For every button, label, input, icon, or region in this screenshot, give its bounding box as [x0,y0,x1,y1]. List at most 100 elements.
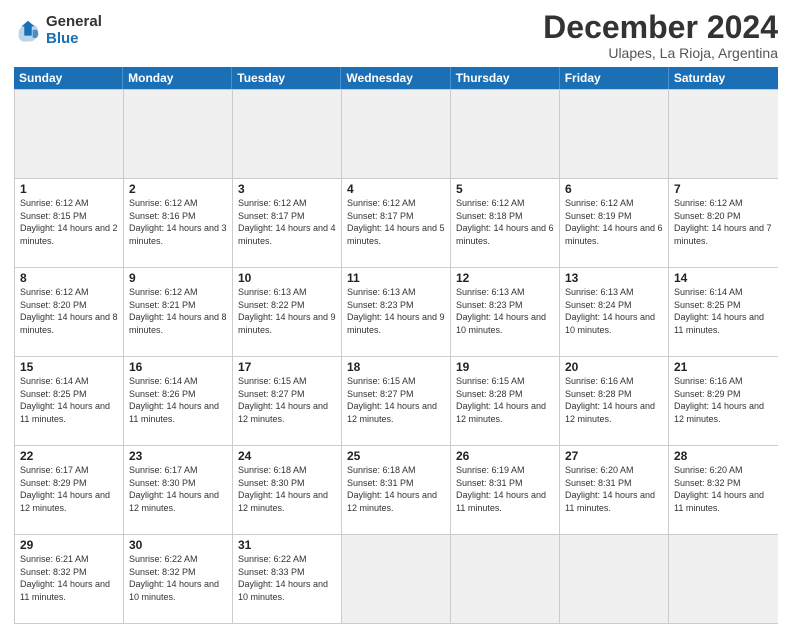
calendar-cell: 8Sunrise: 6:12 AMSunset: 8:20 PMDaylight… [15,268,124,356]
day-number: 11 [347,271,445,285]
day-number: 20 [565,360,663,374]
calendar-cell: 26Sunrise: 6:19 AMSunset: 8:31 PMDayligh… [451,446,560,534]
calendar-cell [451,90,560,178]
cell-info: Sunrise: 6:12 AMSunset: 8:18 PMDaylight:… [456,197,554,247]
day-number: 2 [129,182,227,196]
calendar-body: 1Sunrise: 6:12 AMSunset: 8:15 PMDaylight… [14,89,778,624]
cell-info: Sunrise: 6:22 AMSunset: 8:32 PMDaylight:… [129,553,227,603]
calendar-cell: 31Sunrise: 6:22 AMSunset: 8:33 PMDayligh… [233,535,342,623]
calendar-cell: 16Sunrise: 6:14 AMSunset: 8:26 PMDayligh… [124,357,233,445]
day-number: 30 [129,538,227,552]
cell-info: Sunrise: 6:12 AMSunset: 8:17 PMDaylight:… [347,197,445,247]
month-title: December 2024 [543,10,778,45]
logo-blue-text: Blue [46,31,102,48]
day-number: 3 [238,182,336,196]
cell-info: Sunrise: 6:16 AMSunset: 8:29 PMDaylight:… [674,375,773,425]
day-number: 27 [565,449,663,463]
cell-info: Sunrise: 6:20 AMSunset: 8:32 PMDaylight:… [674,464,773,514]
day-number: 18 [347,360,445,374]
cell-info: Sunrise: 6:12 AMSunset: 8:20 PMDaylight:… [20,286,118,336]
page-container: General Blue December 2024 Ulapes, La Ri… [0,0,792,612]
day-number: 21 [674,360,773,374]
calendar-cell: 1Sunrise: 6:12 AMSunset: 8:15 PMDaylight… [15,179,124,267]
calendar-cell: 29Sunrise: 6:21 AMSunset: 8:32 PMDayligh… [15,535,124,623]
day-number: 19 [456,360,554,374]
calendar-cell: 22Sunrise: 6:17 AMSunset: 8:29 PMDayligh… [15,446,124,534]
logo-icon [14,17,42,45]
cell-info: Sunrise: 6:14 AMSunset: 8:25 PMDaylight:… [674,286,773,336]
cell-info: Sunrise: 6:18 AMSunset: 8:31 PMDaylight:… [347,464,445,514]
logo: General Blue [14,14,102,47]
day-number: 6 [565,182,663,196]
day-number: 17 [238,360,336,374]
calendar-week-4: 15Sunrise: 6:14 AMSunset: 8:25 PMDayligh… [15,357,778,446]
header: General Blue December 2024 Ulapes, La Ri… [14,10,778,61]
day-number: 7 [674,182,773,196]
day-number: 10 [238,271,336,285]
calendar-cell [669,90,778,178]
day-number: 26 [456,449,554,463]
day-number: 23 [129,449,227,463]
cell-info: Sunrise: 6:17 AMSunset: 8:29 PMDaylight:… [20,464,118,514]
calendar-cell [669,535,778,623]
cell-info: Sunrise: 6:13 AMSunset: 8:23 PMDaylight:… [456,286,554,336]
calendar-cell: 19Sunrise: 6:15 AMSunset: 8:28 PMDayligh… [451,357,560,445]
day-number: 8 [20,271,118,285]
cell-info: Sunrise: 6:19 AMSunset: 8:31 PMDaylight:… [456,464,554,514]
day-number: 25 [347,449,445,463]
calendar-cell: 28Sunrise: 6:20 AMSunset: 8:32 PMDayligh… [669,446,778,534]
cell-info: Sunrise: 6:15 AMSunset: 8:27 PMDaylight:… [347,375,445,425]
calendar-cell: 21Sunrise: 6:16 AMSunset: 8:29 PMDayligh… [669,357,778,445]
calendar-cell: 3Sunrise: 6:12 AMSunset: 8:17 PMDaylight… [233,179,342,267]
calendar-cell: 4Sunrise: 6:12 AMSunset: 8:17 PMDaylight… [342,179,451,267]
calendar-cell [342,535,451,623]
logo-text: General Blue [46,14,102,47]
day-number: 4 [347,182,445,196]
calendar-cell: 27Sunrise: 6:20 AMSunset: 8:31 PMDayligh… [560,446,669,534]
calendar-cell: 10Sunrise: 6:13 AMSunset: 8:22 PMDayligh… [233,268,342,356]
day-number: 15 [20,360,118,374]
cell-info: Sunrise: 6:16 AMSunset: 8:28 PMDaylight:… [565,375,663,425]
cell-info: Sunrise: 6:12 AMSunset: 8:15 PMDaylight:… [20,197,118,247]
location-subtitle: Ulapes, La Rioja, Argentina [543,45,778,61]
cell-info: Sunrise: 6:14 AMSunset: 8:25 PMDaylight:… [20,375,118,425]
cell-info: Sunrise: 6:20 AMSunset: 8:31 PMDaylight:… [565,464,663,514]
header-friday: Friday [560,67,669,89]
calendar-cell: 15Sunrise: 6:14 AMSunset: 8:25 PMDayligh… [15,357,124,445]
calendar-week-2: 1Sunrise: 6:12 AMSunset: 8:15 PMDaylight… [15,179,778,268]
day-number: 31 [238,538,336,552]
day-number: 5 [456,182,554,196]
day-number: 16 [129,360,227,374]
calendar-cell: 6Sunrise: 6:12 AMSunset: 8:19 PMDaylight… [560,179,669,267]
cell-info: Sunrise: 6:14 AMSunset: 8:26 PMDaylight:… [129,375,227,425]
cell-info: Sunrise: 6:17 AMSunset: 8:30 PMDaylight:… [129,464,227,514]
calendar-cell: 2Sunrise: 6:12 AMSunset: 8:16 PMDaylight… [124,179,233,267]
header-wednesday: Wednesday [341,67,450,89]
title-block: December 2024 Ulapes, La Rioja, Argentin… [543,10,778,61]
header-tuesday: Tuesday [232,67,341,89]
cell-info: Sunrise: 6:12 AMSunset: 8:21 PMDaylight:… [129,286,227,336]
calendar-cell: 23Sunrise: 6:17 AMSunset: 8:30 PMDayligh… [124,446,233,534]
calendar-week-1 [15,90,778,179]
calendar: Sunday Monday Tuesday Wednesday Thursday… [14,67,778,624]
calendar-cell: 17Sunrise: 6:15 AMSunset: 8:27 PMDayligh… [233,357,342,445]
cell-info: Sunrise: 6:18 AMSunset: 8:30 PMDaylight:… [238,464,336,514]
cell-info: Sunrise: 6:22 AMSunset: 8:33 PMDaylight:… [238,553,336,603]
header-sunday: Sunday [14,67,123,89]
calendar-week-6: 29Sunrise: 6:21 AMSunset: 8:32 PMDayligh… [15,535,778,624]
cell-info: Sunrise: 6:13 AMSunset: 8:23 PMDaylight:… [347,286,445,336]
calendar-cell: 25Sunrise: 6:18 AMSunset: 8:31 PMDayligh… [342,446,451,534]
day-number: 14 [674,271,773,285]
cell-info: Sunrise: 6:15 AMSunset: 8:27 PMDaylight:… [238,375,336,425]
calendar-cell: 11Sunrise: 6:13 AMSunset: 8:23 PMDayligh… [342,268,451,356]
cell-info: Sunrise: 6:12 AMSunset: 8:19 PMDaylight:… [565,197,663,247]
day-number: 9 [129,271,227,285]
day-number: 1 [20,182,118,196]
cell-info: Sunrise: 6:21 AMSunset: 8:32 PMDaylight:… [20,553,118,603]
calendar-cell [124,90,233,178]
calendar-week-3: 8Sunrise: 6:12 AMSunset: 8:20 PMDaylight… [15,268,778,357]
day-number: 22 [20,449,118,463]
calendar-cell: 13Sunrise: 6:13 AMSunset: 8:24 PMDayligh… [560,268,669,356]
cell-info: Sunrise: 6:15 AMSunset: 8:28 PMDaylight:… [456,375,554,425]
calendar-cell: 5Sunrise: 6:12 AMSunset: 8:18 PMDaylight… [451,179,560,267]
